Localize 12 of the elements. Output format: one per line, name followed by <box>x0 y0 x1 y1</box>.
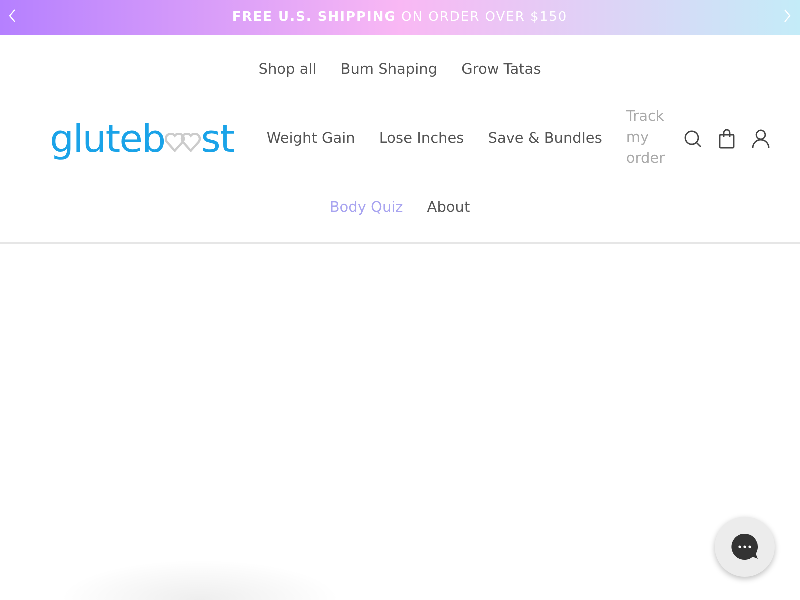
shopping-bag-icon[interactable] <box>718 128 736 148</box>
nav-link[interactable]: Lose Inches <box>379 130 464 146</box>
nav-link[interactable]: Shop all <box>258 62 317 78</box>
nav-link[interactable]: Save & Bundles <box>488 130 602 146</box>
nav-link[interactable]: About <box>427 200 470 216</box>
nav-link[interactable]: Weight Gain <box>266 130 356 146</box>
user-icon[interactable] <box>752 128 770 148</box>
chat-button[interactable] <box>715 517 775 577</box>
chat-bubble-icon <box>730 532 760 562</box>
nav-link[interactable]: Grow Tatas <box>462 62 542 78</box>
nav-link[interactable]: Bum Shaping <box>340 62 438 78</box>
search-icon[interactable] <box>684 128 702 148</box>
